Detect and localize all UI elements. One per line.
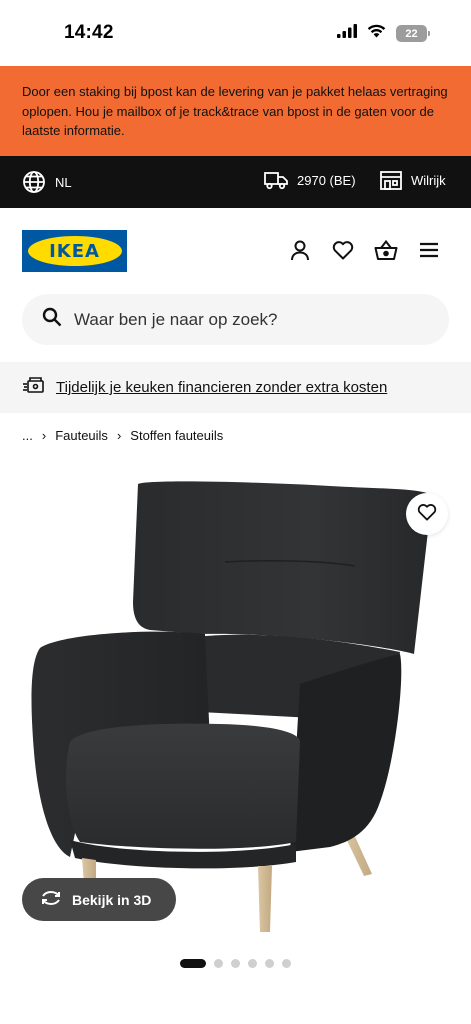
banner-text: Door een staking bij bpost kan de leveri…	[22, 84, 448, 138]
status-time: 14:42	[64, 22, 114, 43]
search-bar[interactable]	[22, 294, 449, 345]
carousel-dot-6[interactable]	[282, 959, 291, 968]
basket-icon[interactable]	[374, 238, 398, 262]
chevron-right-icon: ›	[41, 428, 47, 443]
rotate-3d-icon	[40, 890, 62, 909]
armchair-illustration	[31, 481, 432, 932]
language-selector[interactable]: NL	[22, 170, 72, 194]
image-carousel-indicator	[180, 959, 291, 968]
logo-text: IKEA	[49, 240, 100, 262]
wifi-icon	[367, 24, 386, 43]
ikea-logo[interactable]: IKEA	[22, 230, 127, 272]
store-icon	[380, 170, 402, 190]
kitchen-finance-link[interactable]: Tijdelijk je keuken financieren zonder e…	[56, 379, 387, 396]
logo-oval: IKEA	[27, 236, 122, 266]
add-to-favourites-button[interactable]	[406, 493, 448, 535]
status-icons: 22	[337, 24, 430, 43]
kitchen-finance-icon	[22, 375, 46, 400]
chevron-right-icon: ›	[116, 428, 122, 443]
breadcrumb: ... › Fauteuils › Stoffen fauteuils	[22, 428, 223, 443]
carousel-dot-5[interactable]	[265, 959, 274, 968]
store-label: Wilrijk	[411, 172, 446, 188]
globe-icon	[22, 170, 46, 194]
truck-icon	[264, 170, 288, 190]
heart-icon	[417, 503, 437, 526]
promo-strip: Tijdelijk je keuken financieren zonder e…	[0, 362, 471, 413]
view-in-3d-button[interactable]: Bekijk in 3D	[22, 878, 176, 921]
utility-bar: NL 2970 (BE) Wilrijk	[0, 156, 471, 208]
carousel-dot-3[interactable]	[231, 959, 240, 968]
status-bar: 14:42 22	[0, 0, 471, 66]
menu-icon[interactable]	[417, 238, 441, 262]
store-selector[interactable]: Wilrijk	[380, 170, 446, 190]
carousel-dot-4[interactable]	[248, 959, 257, 968]
view-in-3d-label: Bekijk in 3D	[72, 891, 152, 908]
battery-level: 22	[405, 27, 418, 40]
heart-icon[interactable]	[331, 238, 355, 262]
search-input[interactable]	[74, 309, 414, 330]
delivery-location-label: 2970 (BE)	[297, 172, 356, 188]
battery-icon: 22	[396, 25, 430, 42]
delivery-location[interactable]: 2970 (BE)	[264, 170, 356, 190]
product-image[interactable]	[0, 462, 471, 948]
site-header: IKEA	[0, 208, 471, 294]
breadcrumb-item-stoffen-fauteuils[interactable]: Stoffen fauteuils	[130, 428, 223, 443]
carousel-dot-1[interactable]	[180, 959, 206, 968]
header-actions	[288, 238, 441, 262]
breadcrumb-item-fauteuils[interactable]: Fauteuils	[55, 428, 108, 443]
user-icon[interactable]	[288, 238, 312, 262]
carousel-dot-2[interactable]	[214, 959, 223, 968]
signal-icon	[337, 24, 357, 43]
language-label: NL	[55, 174, 72, 190]
breadcrumb-ellipsis[interactable]: ...	[22, 428, 33, 443]
search-icon	[42, 307, 62, 332]
strike-notice-banner: Door een staking bij bpost kan de leveri…	[0, 66, 471, 156]
